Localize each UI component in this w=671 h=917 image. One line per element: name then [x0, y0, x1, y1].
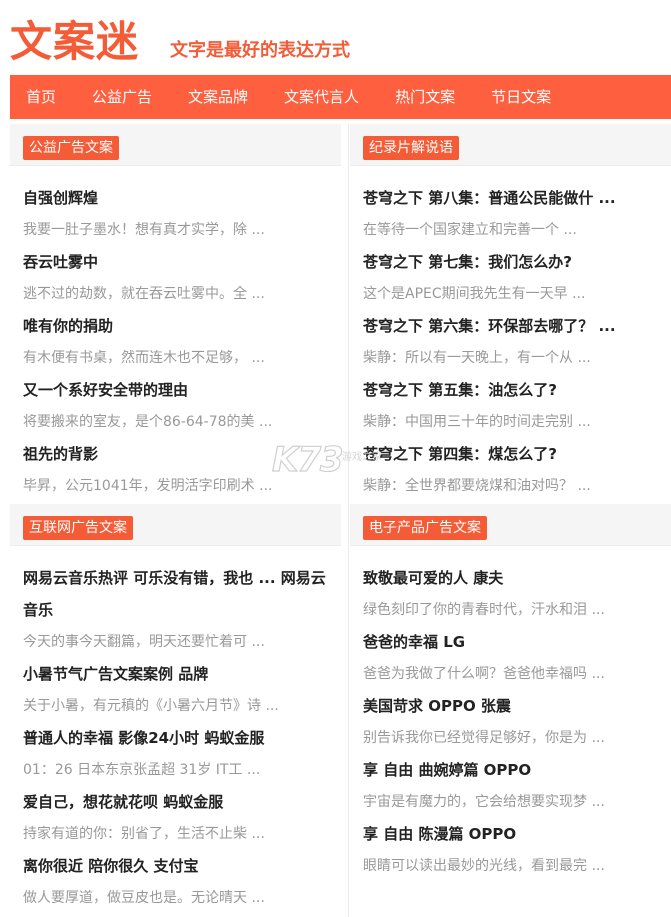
- list-item: 吞云吐雾中 逃不过的劫数，就在吞云吐雾中。全 ...: [23, 246, 341, 310]
- article-excerpt: 宇宙是有魔力的，它会给想要实现梦 ...: [363, 794, 605, 810]
- article-title[interactable]: 自强创辉煌: [23, 182, 333, 214]
- article-excerpt: 别告诉我你已经觉得足够好，你是为 ...: [363, 730, 605, 746]
- article-excerpt: 柴静：中国用三十年的时间走完别 ...: [363, 414, 591, 430]
- list-item: 网易云音乐热评 可乐没有错，我也 ... 网易云音乐 今天的事今天翻篇，明天还要…: [23, 562, 341, 658]
- list-item: 小暑节气广告文案案例 品牌 关于小暑，有元稹的《小暑六月节》诗 ...: [23, 658, 341, 722]
- article-title[interactable]: 爱自己，想花就花呗 蚂蚁金服: [23, 786, 333, 818]
- article-title[interactable]: 苍穹之下 第六集：环保部去哪了？ ...: [363, 310, 671, 342]
- article-excerpt: 这个是APEC期间我先生有一天早 ...: [363, 286, 586, 302]
- article-title[interactable]: 享 自由 曲婉婷篇 OPPO: [363, 754, 671, 786]
- article-title[interactable]: 吞云吐雾中: [23, 246, 333, 278]
- list-item: 自强创辉煌 我要一肚子墨水！想有真才实学，除 ...: [23, 182, 341, 246]
- article-title[interactable]: 普通人的幸福 影像24小时 蚂蚁金服: [23, 722, 333, 754]
- article-title[interactable]: 唯有你的捐助: [23, 310, 333, 342]
- article-excerpt: 眼睛可以读出最妙的光线，看到最完 ...: [363, 858, 605, 874]
- article-list: 致敬最可爱的人 康夫 绿色刻印了你的青春时代，汗水和泪 ... 爸爸的幸福 LG…: [350, 546, 671, 882]
- article-excerpt: 柴静：全世界都要烧煤和油对吗？ ...: [363, 478, 591, 494]
- list-item: 享 自由 陈漫篇 OPPO 眼睛可以读出最妙的光线，看到最完 ...: [363, 818, 671, 882]
- article-title[interactable]: 网易云音乐热评 可乐没有错，我也 ... 网易云音乐: [23, 562, 333, 626]
- nav-item-spokesperson[interactable]: 文案代言人: [284, 75, 359, 119]
- section-tag[interactable]: 互联网广告文案: [23, 516, 133, 540]
- section-tag[interactable]: 纪录片解说语: [363, 136, 459, 160]
- article-title[interactable]: 美国苛求 OPPO 张震: [363, 690, 671, 722]
- article-title[interactable]: 爸爸的幸福 LG: [363, 626, 671, 658]
- k73-watermark-logo: K73 游戏之家: [271, 439, 402, 484]
- section-internet-ads: 互联网广告文案 网易云音乐热评 可乐没有错，我也 ... 网易云音乐 今天的事今…: [10, 504, 341, 914]
- article-excerpt: 有木便有书桌，然而连木也不足够， ...: [23, 350, 265, 366]
- list-item: 离你很近 陪你很久 支付宝 做人要厚道，做豆皮也是。无论晴天 ...: [23, 850, 341, 914]
- nav-item-festival-copy[interactable]: 节日文案: [491, 75, 551, 119]
- column-divider: [348, 124, 349, 917]
- list-item: 苍穹之下 第八集：普通公民能做什 ... 在等待一个国家建立和完善一个 ...: [363, 182, 671, 246]
- list-item: 享 自由 曲婉婷篇 OPPO 宇宙是有魔力的，它会给想要实现梦 ...: [363, 754, 671, 818]
- article-excerpt: 01：26 日本东京张孟超 31岁 IT工 ...: [23, 762, 261, 778]
- list-item: 爸爸的幸福 LG 爸爸为我做了什么啊？爸爸他幸福吗 ...: [363, 626, 671, 690]
- article-excerpt: 将要搬来的室友，是个86-64-78的美 ...: [23, 414, 273, 430]
- list-item: 普通人的幸福 影像24小时 蚂蚁金服 01：26 日本东京张孟超 31岁 IT工…: [23, 722, 341, 786]
- article-excerpt: 毕昇，公元1041年，发明活字印刷术 ...: [23, 478, 273, 494]
- nav-item-home[interactable]: 首页: [26, 75, 56, 119]
- list-item: 苍穹之下 第五集：油怎么了? 柴静：中国用三十年的时间走完别 ...: [363, 374, 671, 438]
- article-excerpt: 做人要厚道，做豆皮也是。无论晴天 ...: [23, 890, 265, 906]
- section-tag[interactable]: 电子产品广告文案: [363, 516, 487, 540]
- article-excerpt: 柴静：所以有一天晚上，有一个从 ...: [363, 350, 591, 366]
- watermark-sub-text: 游戏之家: [342, 452, 382, 463]
- section-header: 互联网广告文案: [10, 504, 341, 546]
- list-item: 苍穹之下 第七集：我们怎么办? 这个是APEC期间我先生有一天早 ...: [363, 246, 671, 310]
- article-excerpt: 爸爸为我做了什么啊？爸爸他幸福吗 ...: [363, 666, 605, 682]
- article-list: 网易云音乐热评 可乐没有错，我也 ... 网易云音乐 今天的事今天翻篇，明天还要…: [10, 546, 341, 914]
- list-item: 爱自己，想花就花呗 蚂蚁金服 持家有道的你：别省了，生活不止柴 ...: [23, 786, 341, 850]
- article-title[interactable]: 苍穹之下 第五集：油怎么了?: [363, 374, 671, 406]
- list-item: 苍穹之下 第六集：环保部去哪了？ ... 柴静：所以有一天晚上，有一个从 ...: [363, 310, 671, 374]
- article-title[interactable]: 苍穹之下 第七集：我们怎么办?: [363, 246, 671, 278]
- article-title[interactable]: 致敬最可爱的人 康夫: [363, 562, 671, 594]
- article-title[interactable]: 又一个系好安全带的理由: [23, 374, 333, 406]
- section-header: 纪录片解说语: [350, 124, 671, 166]
- article-title[interactable]: 离你很近 陪你很久 支付宝: [23, 850, 333, 882]
- site-logo[interactable]: 文案迷: [10, 14, 139, 70]
- article-excerpt: 持家有道的你：别省了，生活不止柴 ...: [23, 826, 265, 842]
- list-item: 致敬最可爱的人 康夫 绿色刻印了你的青春时代，汗水和泪 ...: [363, 562, 671, 626]
- article-title[interactable]: 苍穹之下 第八集：普通公民能做什 ...: [363, 182, 671, 214]
- article-excerpt: 今天的事今天翻篇，明天还要忙着可 ...: [23, 634, 265, 650]
- nav-item-hot-copy[interactable]: 热门文案: [395, 75, 455, 119]
- main-nav: 首页 公益广告 文案品牌 文案代言人 热门文案 节日文案: [10, 75, 671, 119]
- section-header: 公益广告文案: [10, 124, 341, 166]
- article-excerpt: 在等待一个国家建立和完善一个 ...: [363, 222, 577, 238]
- list-item: 苍穹之下 第四集：煤怎么了? 柴静：全世界都要烧煤和油对吗？ ...: [363, 438, 671, 502]
- nav-item-public-ads[interactable]: 公益广告: [92, 75, 152, 119]
- article-excerpt: 绿色刻印了你的青春时代，汗水和泪 ...: [363, 602, 605, 618]
- article-excerpt: 我要一肚子墨水！想有真才实学，除 ...: [23, 222, 265, 238]
- nav-item-brand-copy[interactable]: 文案品牌: [188, 75, 248, 119]
- watermark-main-text: K73: [271, 439, 344, 480]
- article-title[interactable]: 小暑节气广告文案案例 品牌: [23, 658, 333, 690]
- site-slogan: 文字是最好的表达方式: [170, 40, 350, 61]
- list-item: 唯有你的捐助 有木便有书桌，然而连木也不足够， ...: [23, 310, 341, 374]
- article-title[interactable]: 苍穹之下 第四集：煤怎么了?: [363, 438, 671, 470]
- site-header: 文案迷 文字是最好的表达方式: [0, 0, 671, 74]
- article-excerpt: 关于小暑，有元稹的《小暑六月节》诗 ...: [23, 698, 279, 714]
- list-item: 美国苛求 OPPO 张震 别告诉我你已经觉得足够好，你是为 ...: [363, 690, 671, 754]
- article-excerpt: 逃不过的劫数，就在吞云吐雾中。全 ...: [23, 286, 265, 302]
- article-title[interactable]: 享 自由 陈漫篇 OPPO: [363, 818, 671, 850]
- section-electronics-ads: 电子产品广告文案 致敬最可爱的人 康夫 绿色刻印了你的青春时代，汗水和泪 ...…: [350, 504, 671, 882]
- section-tag[interactable]: 公益广告文案: [23, 136, 119, 160]
- section-header: 电子产品广告文案: [350, 504, 671, 546]
- list-item: 又一个系好安全带的理由 将要搬来的室友，是个86-64-78的美 ...: [23, 374, 341, 438]
